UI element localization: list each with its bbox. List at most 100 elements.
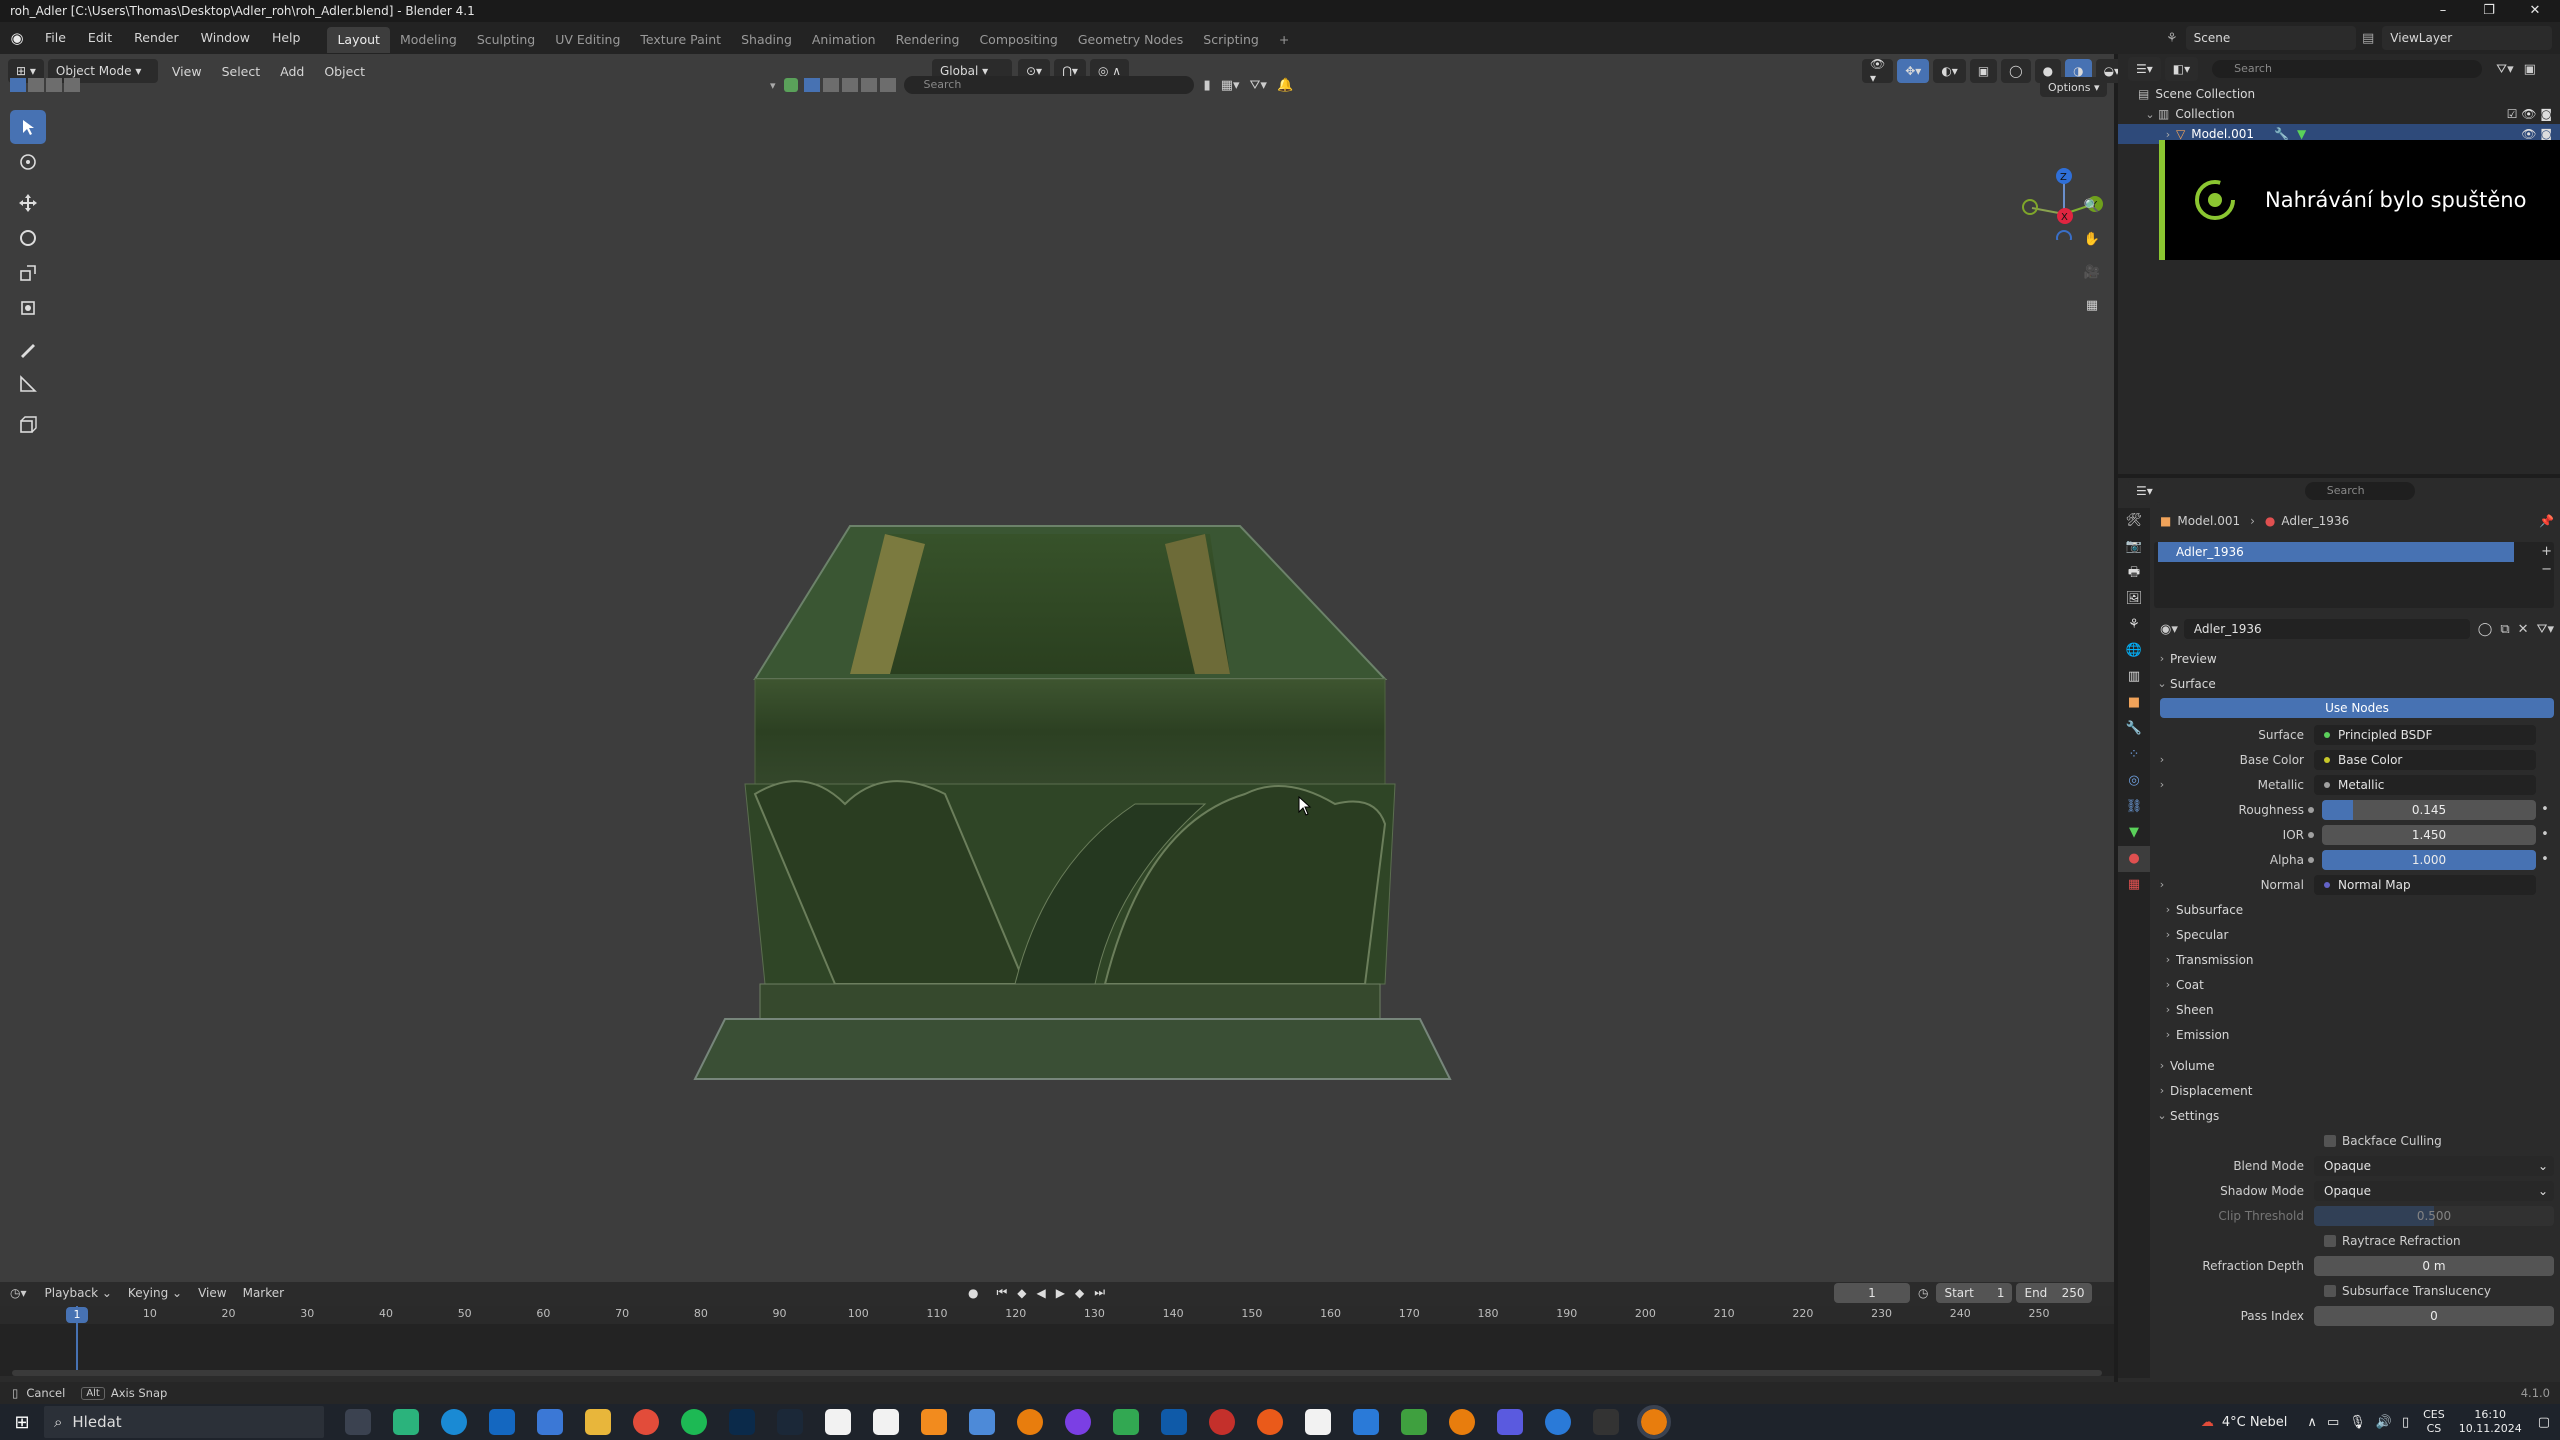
pan-hand-icon[interactable]: ✋ xyxy=(2076,223,2108,255)
render-tab-icon[interactable]: 📷 xyxy=(2118,534,2150,560)
jump-end-icon[interactable]: ⏭ xyxy=(1094,1285,1105,1300)
start-button-icon[interactable]: ⊞ xyxy=(0,1412,44,1433)
visibility-icon[interactable]: 👁▾ xyxy=(1862,57,1894,85)
menu-object[interactable]: Object xyxy=(314,64,375,79)
outliner-row-collection[interactable]: ⌄ ▥ Collection ☑ 👁 ◙ xyxy=(2118,104,2560,124)
material-filter-icon[interactable]: ⛛▾ xyxy=(2537,622,2554,637)
tool-tab-icon[interactable]: 🛠 xyxy=(2118,508,2150,534)
subpanel-transmission[interactable]: › Transmission xyxy=(2160,947,2554,972)
material-tab-icon[interactable]: ● xyxy=(2118,846,2150,872)
app-icon-6[interactable] xyxy=(1209,1409,1235,1435)
outliner-display-mode-icon[interactable]: ◧▾ xyxy=(2164,57,2199,81)
pass-index-field[interactable]: 0 xyxy=(2314,1305,2554,1326)
menu-edit[interactable]: Edit xyxy=(77,22,123,54)
tab-geometry-nodes[interactable]: Geometry Nodes xyxy=(1068,27,1193,53)
add-slot-icon[interactable]: + xyxy=(2541,544,2552,559)
particles-tab-icon[interactable]: ⁘ xyxy=(2118,742,2150,768)
app-icon-1[interactable] xyxy=(393,1409,419,1435)
pin-icon[interactable]: 📌 xyxy=(2539,514,2554,528)
tab-sculpting[interactable]: Sculpting xyxy=(467,27,545,53)
object-tab-icon[interactable]: ■ xyxy=(2118,690,2150,716)
annotate-tool-icon[interactable] xyxy=(10,332,46,366)
add-cube-tool-icon[interactable] xyxy=(10,408,46,442)
transform-tool-icon[interactable] xyxy=(10,291,46,325)
blend-mode-dropdown[interactable]: Opaque ⌄ xyxy=(2314,1155,2554,1176)
collection-expand-icon[interactable]: ⌄ xyxy=(2142,108,2158,121)
select-mode-extend-icon[interactable] xyxy=(28,78,44,92)
displacement-section[interactable]: › Displacement xyxy=(2154,1078,2554,1103)
blender-icon[interactable] xyxy=(1017,1409,1043,1435)
tab-animation[interactable]: Animation xyxy=(802,27,886,53)
mail-icon[interactable] xyxy=(489,1409,515,1435)
add-workspace-button[interactable]: + xyxy=(1269,27,1299,53)
subsurface-translucency-row[interactable]: Subsurface Translucency xyxy=(2154,1278,2554,1303)
alpha-slider[interactable]: 1.000 xyxy=(2322,849,2536,870)
bookmark-icon[interactable]: ▮ xyxy=(1204,78,1211,93)
tab-modeling[interactable]: Modeling xyxy=(390,27,467,53)
3d-model-planter[interactable] xyxy=(685,464,1455,1084)
start-frame-field[interactable]: Start 1 xyxy=(1936,1283,2013,1303)
weather-text[interactable]: 4°C Nebel xyxy=(2222,1415,2288,1430)
menu-window[interactable]: Window xyxy=(190,22,261,54)
tab-rendering[interactable]: Rendering xyxy=(886,27,970,53)
timeline-scrollbar[interactable] xyxy=(12,1370,2102,1376)
new-collection-icon[interactable]: ▣ xyxy=(2524,62,2536,77)
ior-slider[interactable]: 1.450 xyxy=(2322,824,2536,845)
unlink-material-icon[interactable]: ✕ xyxy=(2518,622,2529,637)
modifier-tab-icon[interactable]: 🔧 xyxy=(2118,716,2150,742)
roughness-keyframe-icon[interactable]: • xyxy=(2536,802,2554,817)
timeline-ruler[interactable]: 10 20 30 40 50 60 70 80 90 100 110 120 130 140 150 160 1… xyxy=(0,1306,2114,1324)
blender-active-icon[interactable] xyxy=(1637,1405,1671,1439)
steam-icon[interactable] xyxy=(777,1409,803,1435)
model-expand-icon[interactable]: › xyxy=(2160,128,2176,141)
photoshop-icon[interactable] xyxy=(729,1409,755,1435)
raytrace-refraction-checkbox[interactable] xyxy=(2324,1234,2336,1247)
explorer-icon[interactable] xyxy=(585,1409,611,1435)
preview-section[interactable]: › Preview xyxy=(2154,646,2554,671)
overlay-icon[interactable]: ◐▾ xyxy=(1933,59,1966,83)
move-tool-icon[interactable] xyxy=(10,186,46,220)
tab-scripting[interactable]: Scripting xyxy=(1193,27,1269,53)
roughness-slider[interactable]: 0.145 xyxy=(2322,799,2536,820)
scene-tab-icon[interactable]: ⚘ xyxy=(2118,612,2150,638)
maximize-button[interactable]: ❐ xyxy=(2466,0,2512,22)
menu-view[interactable]: View xyxy=(162,64,212,79)
view-layer-tab-icon[interactable]: 🖼 xyxy=(2118,586,2150,612)
material-slot-row[interactable]: Adler_1936 xyxy=(2158,542,2514,562)
menu-render[interactable]: Render xyxy=(123,22,190,54)
data-tab-icon[interactable]: ▼ xyxy=(2118,820,2150,846)
3d-viewport[interactable]: ⊞ ▾ Object Mode ▾ View Select Add Object… xyxy=(0,54,2129,1282)
gizmo-icon[interactable]: ✥▾ xyxy=(1897,59,1930,83)
surface-shader-field[interactable]: Principled BSDF xyxy=(2314,724,2536,745)
normal-expand-icon[interactable]: › xyxy=(2154,878,2170,891)
constraints-tab-icon[interactable]: ⛓ xyxy=(2118,794,2150,820)
tab-compositing[interactable]: Compositing xyxy=(969,27,1067,53)
blender-logo-icon[interactable]: ◉ xyxy=(0,29,34,47)
material-name-field[interactable]: Adler_1936 xyxy=(2183,619,2470,639)
next-keyframe-icon[interactable]: ◆ xyxy=(1075,1286,1084,1300)
select-mode-set-icon[interactable] xyxy=(10,78,26,92)
camera-filter-icon[interactable] xyxy=(860,78,877,92)
raytrace-refraction-row[interactable]: Raytrace Refraction xyxy=(2154,1228,2554,1253)
view-layer-selector[interactable]: ▤ ViewLayer xyxy=(2362,26,2556,50)
measure-tool-icon[interactable] xyxy=(10,367,46,401)
preview-range-icon[interactable]: ◷ xyxy=(1918,1286,1928,1300)
rotate-tool-icon[interactable] xyxy=(10,221,46,255)
ior-keyframe-icon[interactable]: • xyxy=(2536,827,2554,842)
tray-expand-icon[interactable]: ∧ xyxy=(2307,1415,2317,1430)
close-button[interactable]: ✕ xyxy=(2512,0,2558,22)
chrome-icon[interactable] xyxy=(633,1409,659,1435)
volume-section[interactable]: › Volume xyxy=(2154,1053,2554,1078)
menu-playback[interactable]: Playback ⌄ xyxy=(37,1286,120,1300)
app-icon-4[interactable] xyxy=(1113,1409,1139,1435)
output-tab-icon[interactable]: 🖶 xyxy=(2118,560,2150,586)
camera-view-icon[interactable]: 🎥 xyxy=(2076,256,2108,288)
clock[interactable]: 16:10 10.11.2024 xyxy=(2459,1408,2522,1436)
model-visibility-icons[interactable]: 👁 ◙ xyxy=(2521,127,2552,141)
subpanel-sheen[interactable]: › Sheen xyxy=(2160,997,2554,1022)
app-icon-12[interactable] xyxy=(1545,1409,1571,1435)
alert-bell-icon[interactable]: 🔔 xyxy=(1277,78,1293,93)
properties-editor-type-icon[interactable]: ☰▾ xyxy=(2128,479,2161,503)
menu-timeline-view[interactable]: View xyxy=(190,1286,234,1300)
app-icon-2[interactable] xyxy=(969,1409,995,1435)
